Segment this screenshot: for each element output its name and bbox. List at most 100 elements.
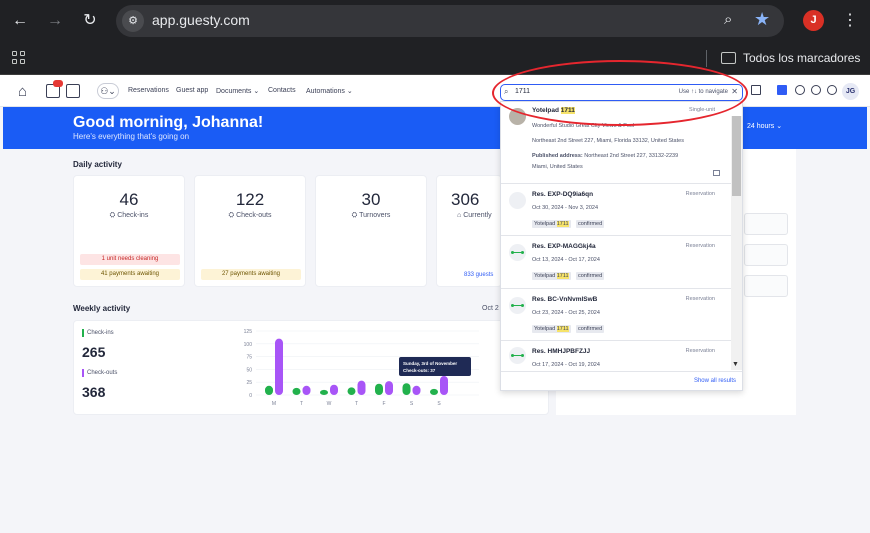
checkins-bar[interactable] (375, 383, 383, 395)
turnovers-card[interactable]: 30 ⛭ Turnovers (315, 175, 427, 287)
card-value: 122 (235, 190, 265, 209)
help-icon[interactable] (811, 85, 821, 95)
panel-row[interactable] (744, 244, 788, 266)
highlight: 1711 (556, 221, 569, 227)
nav-documents[interactable]: Documents ⌄ (216, 87, 259, 95)
reservation-result[interactable]: Res. EXP-DQ9ia6qn Reservation Oct 30, 20… (501, 184, 731, 236)
divider (501, 371, 742, 372)
address-bar[interactable]: ⚙ app.guesty.com ⌕ ★ (116, 5, 784, 37)
forward-arrow-icon[interactable]: → (45, 11, 65, 31)
reload-icon[interactable]: ↻ (80, 11, 100, 31)
card-label: ⛭ Check-ins (109, 212, 149, 219)
search-results-dropdown: Yotelpad 1711 Single-unit Wonderful Stud… (500, 101, 743, 391)
weekly-date: Oct 2 (482, 305, 499, 312)
greeting-subtitle: Here's everything that's going on (73, 132, 190, 141)
time-range-select[interactable]: 24 hours ⌄ (747, 122, 782, 130)
published-address: Published address: Northeast 2nd Street … (532, 153, 678, 159)
checkouts-bar[interactable] (385, 381, 393, 395)
payments-alert[interactable]: 27 payments awaiting (201, 269, 301, 280)
reservation-icon (509, 347, 526, 364)
checkouts-label: Check-outs (87, 370, 118, 376)
site-settings-icon[interactable]: ⚙ (122, 10, 144, 32)
checkouts-bar[interactable] (275, 338, 283, 395)
show-all-results-link[interactable]: Show all results (694, 378, 736, 384)
profile-avatar[interactable]: J (803, 10, 824, 31)
greeting-title: Good morning, Johanna! (73, 114, 264, 131)
card-label-text: Currently (463, 212, 492, 219)
cleaning-alert[interactable]: 1 unit needs cleaning (80, 254, 180, 265)
result-type: Reservation (685, 296, 715, 302)
checkouts-bar[interactable] (330, 384, 338, 395)
checkouts-bar[interactable] (412, 385, 421, 395)
y-tick-label: 100 (244, 342, 253, 348)
checkouts-bar[interactable] (302, 385, 311, 395)
checkins-bar[interactable] (347, 387, 356, 395)
checkins-bar[interactable] (430, 388, 438, 395)
currently-card[interactable]: 306 ⌂ Currently 833 guests (436, 175, 502, 287)
y-tick-label: 25 (246, 380, 252, 386)
add-icon[interactable] (795, 85, 805, 95)
nav-reservations[interactable]: Reservations (128, 87, 169, 94)
reservation-result[interactable]: Res. EXP-MAGGkj4a Reservation Oct 13, 20… (501, 236, 731, 289)
all-bookmarks-label[interactable]: Todos los marcadores (743, 51, 860, 65)
results-scrollbar[interactable]: ▼ (731, 116, 742, 370)
checkins-bar[interactable] (292, 387, 301, 395)
checkins-bar[interactable] (265, 385, 273, 395)
panel-row[interactable] (744, 213, 788, 235)
highlight: 1711 (556, 273, 569, 279)
x-tick-label: S (437, 401, 441, 407)
back-arrow-icon[interactable]: ← (10, 11, 30, 31)
list-icon[interactable] (751, 85, 761, 95)
nav-automations[interactable]: Automations ⌄ (306, 87, 353, 95)
notification-badge (53, 80, 63, 87)
y-tick-label: 0 (249, 393, 252, 399)
annotation-ellipse (492, 60, 748, 126)
unit-tag: Yotelpad 1711 (532, 272, 571, 280)
guests-link[interactable]: 833 guests (464, 272, 493, 278)
x-tick-label: T (355, 401, 358, 407)
result-type: Reservation (685, 348, 715, 354)
checkins-card[interactable]: 46 ⛭ Check-ins 1 unit needs cleaning 41 … (73, 175, 185, 287)
checkins-bar[interactable] (402, 383, 411, 395)
x-tick-label: W (327, 401, 332, 407)
reservation-dates: Oct 30, 2024 - Nov 3, 2024 (532, 205, 599, 211)
tooltip-text: Sunday, 3rd of November (403, 361, 457, 366)
reservation-result[interactable]: Res. HMHJPBFZJJ Reservation Oct 17, 2024… (501, 341, 731, 371)
nav-contacts[interactable]: Contacts (268, 87, 296, 94)
unit-tag: Yotelpad 1711 (532, 220, 571, 228)
apps-grid-icon[interactable] (12, 51, 26, 65)
x-tick-label: M (272, 401, 276, 407)
x-tick-label: S (410, 401, 414, 407)
unit-name: Yotelpad (534, 221, 556, 227)
users-dropdown[interactable]: ⚇⌄ (97, 83, 119, 99)
reservation-dates: Oct 17, 2024 - Oct 19, 2024 (532, 362, 600, 368)
reservation-icon (509, 244, 526, 261)
divider (706, 50, 707, 67)
checkins-marker (82, 329, 84, 337)
widgets-icon[interactable] (777, 85, 787, 95)
user-avatar[interactable]: JG (842, 83, 859, 100)
checkins-bar[interactable] (320, 389, 328, 395)
checkouts-bar[interactable] (440, 376, 448, 395)
y-tick-label: 125 (244, 329, 253, 335)
reservation-icon (509, 192, 526, 209)
payments-alert[interactable]: 41 payments awaiting (80, 269, 180, 280)
panel-row[interactable] (744, 275, 788, 297)
zoom-icon[interactable]: ⌕ (724, 11, 732, 28)
chart-tooltip (399, 357, 471, 376)
reservation-result[interactable]: Res. BC-VnNvmlSwB Reservation Oct 23, 20… (501, 289, 731, 341)
home-icon[interactable]: ⌂ (18, 83, 27, 100)
scroll-down-icon[interactable]: ▼ (732, 361, 739, 368)
nav-guest-app[interactable]: Guest app (176, 87, 208, 94)
alerts-icon[interactable] (827, 85, 837, 95)
menu-kebab-icon[interactable]: ⋮ (842, 10, 858, 30)
bookmark-star-icon[interactable]: ★ (754, 9, 770, 30)
calendar-small-icon[interactable] (713, 170, 720, 176)
checkins-label: Check-ins (87, 330, 114, 336)
checkouts-bar[interactable] (357, 380, 366, 395)
checkouts-card[interactable]: 122 ⛭ Check-outs 27 payments awaiting (194, 175, 306, 287)
scrollbar-thumb[interactable] (732, 116, 741, 196)
daily-activity-title: Daily activity (73, 160, 122, 169)
calendar-icon[interactable] (66, 84, 80, 98)
weekly-activity-card: Check-ins 265 Check-outs 368 125 100 75 50 2… (73, 320, 549, 415)
